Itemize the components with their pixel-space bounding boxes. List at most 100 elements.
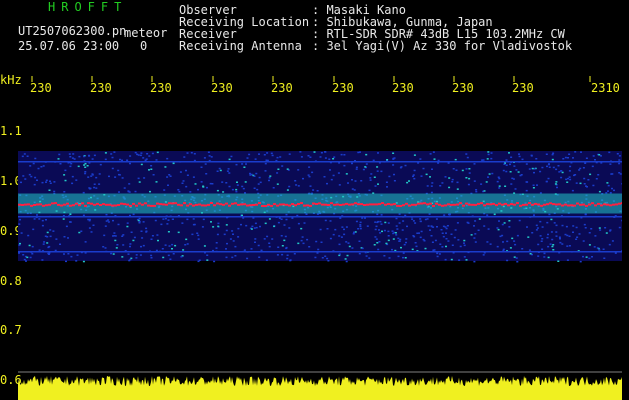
noise-speck [485, 181, 488, 183]
noise-speck [376, 170, 379, 172]
info-value-antenna: : 3el Yagi(V) Az 330 for Vladivostok [312, 39, 573, 53]
noise-speck [487, 176, 489, 178]
noise-speck [22, 175, 25, 177]
noise-speck [87, 176, 90, 178]
noise-speck [244, 192, 246, 194]
noise-speck [337, 172, 340, 174]
noise-speck [283, 224, 286, 226]
noise-speck [316, 213, 319, 215]
noise-speck [558, 236, 561, 238]
noise-speck [73, 158, 76, 160]
noise-speck [605, 192, 608, 194]
noise-speck [332, 158, 335, 160]
noise-speck [585, 157, 588, 159]
noise-speck [442, 235, 445, 238]
carrier-point [153, 204, 156, 207]
noise-speck [225, 224, 228, 226]
noise-speck [258, 256, 261, 258]
noise-speck [69, 156, 72, 158]
noise-speck [487, 153, 490, 156]
noise-speck [197, 238, 200, 240]
carrier-point [375, 203, 378, 206]
noise-speck [377, 248, 380, 251]
carrier-point [126, 203, 129, 206]
noise-speck [121, 256, 124, 258]
noise-speck [317, 248, 320, 251]
noise-speck [396, 228, 399, 230]
noise-speck [582, 240, 585, 242]
noise-speck [525, 189, 528, 192]
noise-speck [18, 244, 21, 246]
noise-speck [21, 155, 24, 158]
noise-speck [533, 168, 536, 170]
noise-speck [36, 179, 38, 181]
file-name: UT2507062300.pn [18, 24, 127, 38]
noise-speck [305, 213, 308, 215]
noise-speck [532, 187, 535, 189]
noise-speck [509, 163, 511, 166]
noise-speck [351, 179, 353, 181]
noise-speck [404, 164, 407, 167]
noise-speck [579, 167, 582, 170]
noise-speck [105, 220, 108, 222]
noise-speck [192, 223, 195, 226]
noise-speck [419, 236, 422, 239]
noise-speck [443, 214, 446, 216]
noise-speck [78, 155, 81, 158]
carrier-point [399, 205, 402, 207]
carrier-point [234, 202, 237, 205]
noise-speck [250, 248, 253, 250]
noise-speck [215, 242, 218, 244]
noise-speck [351, 247, 354, 249]
noise-speck [539, 235, 542, 237]
noise-speck [216, 233, 219, 236]
noise-speck [445, 238, 448, 240]
noise-speck [323, 176, 326, 178]
carrier-point [537, 203, 540, 206]
noise-speck [447, 162, 450, 164]
noise-speck [596, 247, 599, 249]
noise-speck [536, 184, 538, 186]
noise-speck [271, 154, 274, 157]
carrier-point [57, 203, 60, 206]
carrier-point [603, 203, 606, 206]
noise-speck [365, 255, 368, 257]
noise-speck [137, 177, 140, 180]
noise-speck [91, 158, 94, 160]
carrier-point [600, 204, 603, 207]
noise-speck [561, 243, 564, 245]
noise-speck [152, 174, 155, 176]
noise-speck [126, 159, 129, 161]
noise-speck [285, 247, 288, 250]
noise-speck [564, 156, 567, 159]
app-brand: HROFFT [48, 0, 128, 14]
noise-speck [240, 223, 242, 226]
carrier-point [513, 203, 516, 206]
noise-speck [490, 157, 493, 160]
noise-speck [83, 155, 85, 158]
noise-speck [162, 218, 165, 220]
carrier-point [591, 202, 594, 205]
carrier-point [336, 203, 339, 206]
noise-speck [29, 165, 32, 167]
noise-speck [598, 227, 601, 229]
noise-speck [105, 213, 108, 216]
noise-speck [64, 169, 67, 172]
noise-speck [279, 156, 282, 158]
noise-speck [254, 222, 257, 225]
noise-speck [594, 159, 596, 161]
carrier-point [138, 202, 141, 205]
spectrogram-grid [31, 76, 591, 82]
carrier-point [489, 203, 492, 206]
noise-speck [231, 230, 234, 232]
noise-speck [539, 220, 542, 223]
noise-speck [375, 238, 378, 240]
noise-speck [339, 217, 342, 219]
noise-speck [311, 171, 314, 174]
noise-speck [286, 254, 289, 256]
noise-speck [398, 222, 401, 224]
noise-speck [223, 233, 226, 236]
noise-speck [203, 157, 206, 159]
noise-speck [399, 238, 402, 241]
noise-speck [167, 254, 170, 257]
